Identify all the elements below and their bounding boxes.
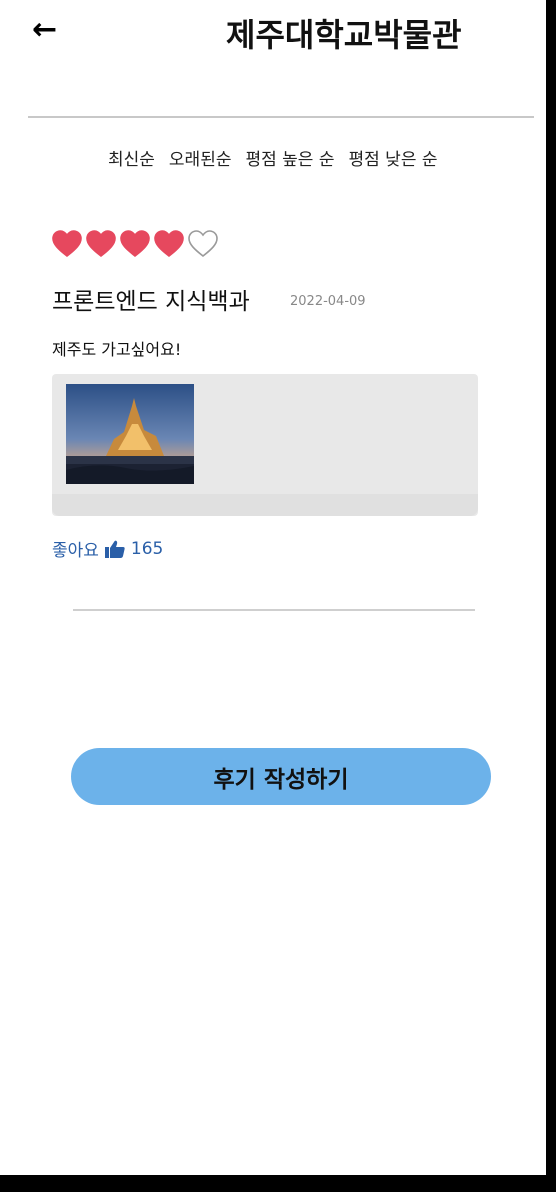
page-title: 제주대학교박물관 xyxy=(226,16,462,54)
review-date: 2022-04-09 xyxy=(290,294,366,309)
sort-bar: 최신순 오래된순 평점 높은 순 평점 낮은 순 xyxy=(108,145,438,170)
sort-latest[interactable]: 최신순 xyxy=(108,145,155,170)
like-button[interactable]: 좋아요 165 xyxy=(52,536,164,562)
screen: ← 제주대학교박물관 최신순 오래된순 평점 높은 순 평점 낮은 순 프론트엔… xyxy=(0,0,546,1175)
heart-empty-icon xyxy=(188,230,218,258)
review-author: 프론트엔드 지식백과 xyxy=(52,289,250,315)
review-divider xyxy=(73,609,475,611)
write-review-button[interactable]: 후기 작성하기 xyxy=(71,748,491,805)
rating-hearts xyxy=(52,230,218,258)
castle-photo[interactable] xyxy=(66,384,194,484)
sort-rating-high[interactable]: 평점 높은 순 xyxy=(245,145,334,170)
photo-area-footer xyxy=(52,494,478,516)
sort-rating-low[interactable]: 평점 낮은 순 xyxy=(349,145,438,170)
arrow-left-icon: ← xyxy=(32,12,58,47)
sort-oldest[interactable]: 오래된순 xyxy=(169,145,232,170)
heart-filled-icon xyxy=(120,230,150,258)
heart-filled-icon xyxy=(154,230,184,258)
thumbs-up-icon xyxy=(104,540,125,558)
back-button[interactable]: ← xyxy=(32,14,64,46)
heart-filled-icon xyxy=(86,230,116,258)
review-text: 제주도 가고싶어요! xyxy=(52,340,182,359)
review-photo-area xyxy=(52,374,478,516)
header-divider xyxy=(28,116,534,118)
like-label: 좋아요 xyxy=(52,541,99,561)
like-count: 165 xyxy=(130,538,164,559)
heart-filled-icon xyxy=(52,230,82,258)
